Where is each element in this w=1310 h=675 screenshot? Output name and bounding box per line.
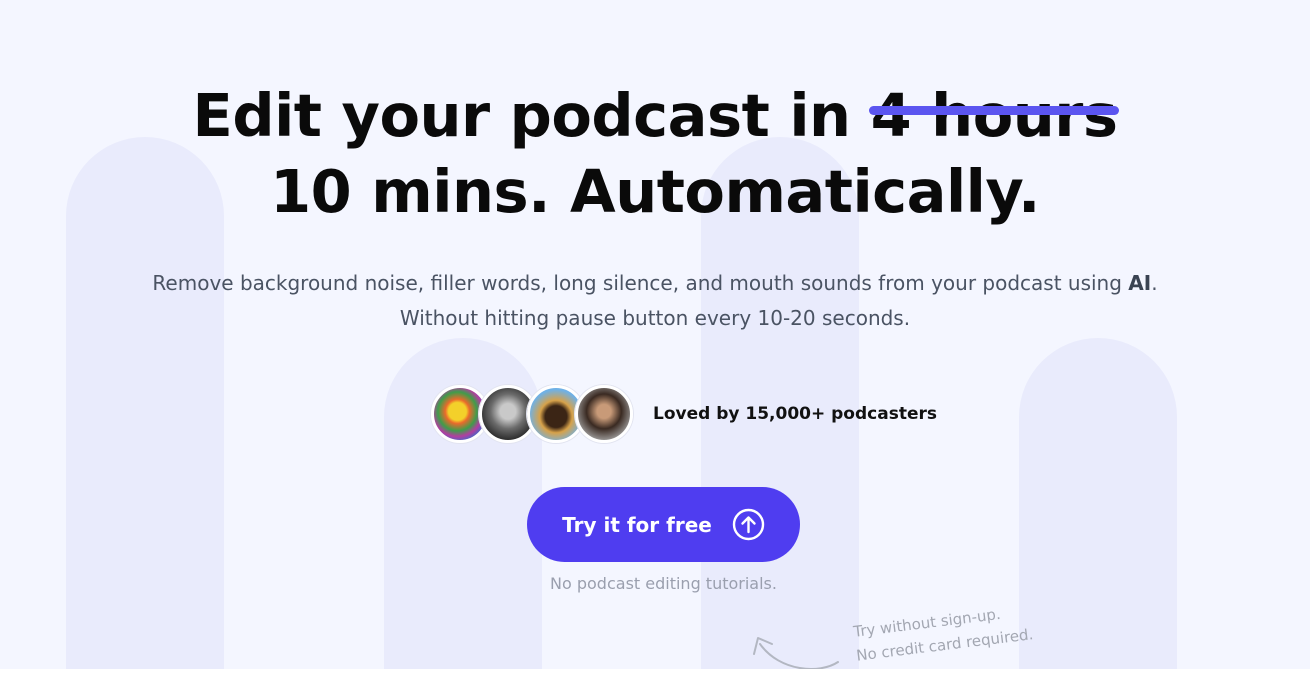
avatar: [575, 385, 633, 443]
hero-section: Edit your podcast in 4 hours 10 mins. Au…: [0, 0, 1310, 669]
try-free-button[interactable]: Try it for free: [527, 487, 800, 562]
decorative-pillar: [1019, 338, 1177, 669]
headline-prefix: Edit your podcast in: [192, 81, 871, 150]
subheadline-line-2: Without hitting pause button every 10-20…: [399, 306, 911, 330]
subheadline-line-1: Remove background noise, filler words, l…: [152, 271, 1129, 295]
social-proof-text: Loved by 15,000+ podcasters: [653, 404, 937, 424]
try-free-label: Try it for free: [562, 512, 712, 537]
cta-note: No podcast editing tutorials.: [550, 574, 777, 593]
hand-note: Try without sign-up. No credit card requ…: [852, 598, 1035, 667]
headline-line-2: 10 mins. Automatically.: [270, 157, 1040, 226]
curved-arrow-icon: [753, 637, 839, 669]
headline-struck-text: 4 hours: [868, 78, 1120, 154]
arrow-up-circle-icon: [732, 508, 765, 541]
hero-headline: Edit your podcast in 4 hours 10 mins. Au…: [0, 78, 1310, 230]
avatar-group: [431, 385, 633, 443]
hero-subheadline: Remove background noise, filler words, l…: [0, 266, 1310, 336]
social-proof: Loved by 15,000+ podcasters: [431, 385, 937, 443]
subheadline-bold: AI: [1128, 271, 1152, 295]
subheadline-period: .: [1151, 271, 1158, 295]
